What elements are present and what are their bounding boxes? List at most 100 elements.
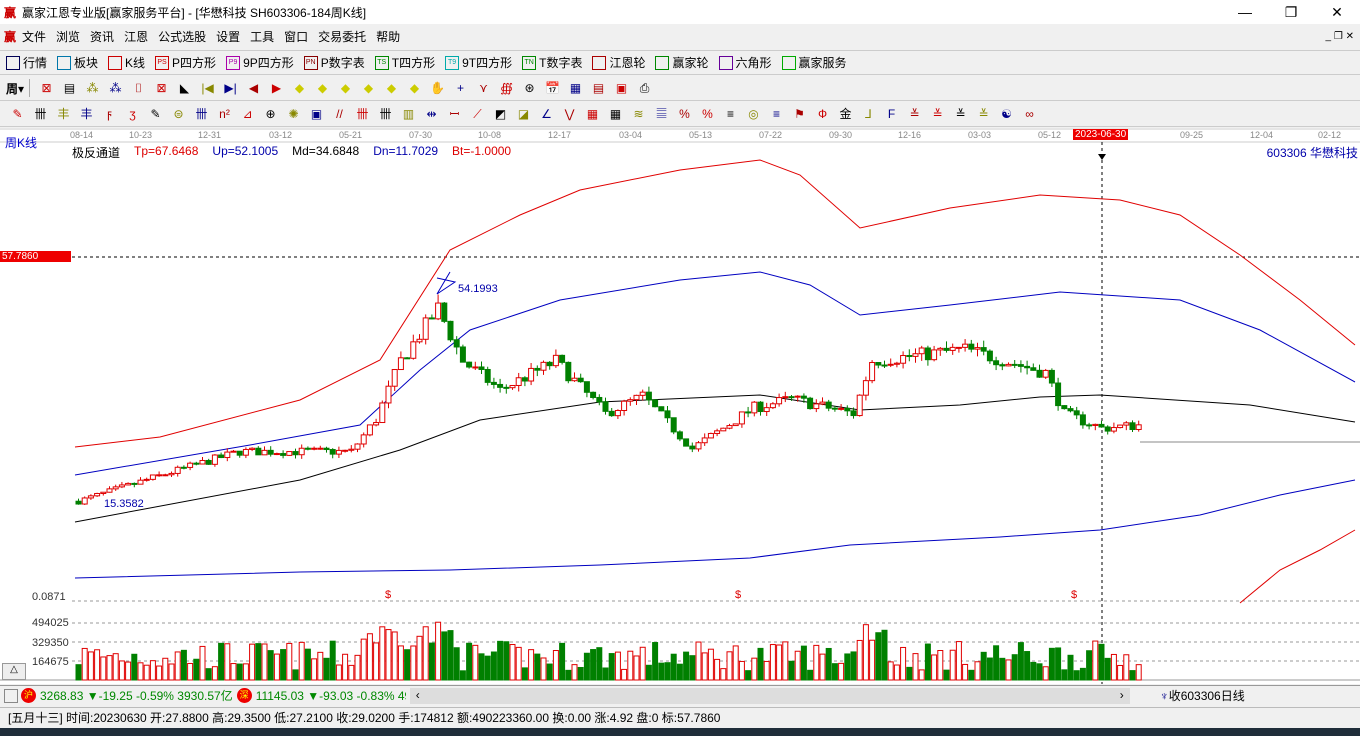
tool-icon[interactable]: ≡ <box>722 106 740 122</box>
tool-icon[interactable]: ≋ <box>630 106 648 122</box>
grid-icon[interactable] <box>4 688 18 703</box>
menu-item[interactable]: 资讯 <box>90 30 114 44</box>
tool-icon[interactable]: ▣ <box>613 80 631 96</box>
toolbar-K线[interactable]: K线 <box>108 54 145 71</box>
tool-icon[interactable]: 丰 <box>55 106 73 122</box>
toolbar-9P四方形[interactable]: P9 9P四方形 <box>226 54 294 71</box>
toolbar-板块[interactable]: 板块 <box>57 54 98 71</box>
tool-icon[interactable]: ◣ <box>176 80 194 96</box>
tool-icon[interactable]: ϝ <box>101 106 119 122</box>
tool-icon[interactable]: F <box>883 106 901 122</box>
restore-button[interactable]: ❐ <box>1268 4 1314 21</box>
tool-icon[interactable]: ∠ <box>538 106 556 122</box>
tool-icon[interactable]: ⌷ <box>130 80 148 96</box>
tool-icon[interactable]: ◪ <box>515 106 533 122</box>
tool-icon[interactable]: ◆ <box>383 80 401 96</box>
tool-icon[interactable]: ∞ <box>1021 106 1039 122</box>
tool-icon[interactable]: ✎ <box>9 106 27 122</box>
menu-item[interactable]: 浏览 <box>56 30 80 44</box>
tool-icon[interactable]: ▶| <box>222 80 240 96</box>
tool-icon[interactable]: % <box>676 106 694 122</box>
menu-item[interactable]: 交易委托 <box>318 30 366 44</box>
tool-icon[interactable]: ⟋ <box>469 106 487 122</box>
tool-icon[interactable]: 📅 <box>544 80 562 96</box>
tool-icon[interactable]: ▶ <box>268 80 286 96</box>
tool-icon[interactable]: ✺ <box>285 106 303 122</box>
tool-icon[interactable]: ≚ <box>975 106 993 122</box>
toolbar-赢家服务[interactable]: 赢家服务 <box>781 54 847 71</box>
toolbar-9T四方形[interactable]: T9 9T四方形 <box>445 54 512 71</box>
menu-item[interactable]: 文件 <box>22 30 46 44</box>
tool-icon[interactable]: ⊛ <box>521 80 539 96</box>
tool-icon[interactable]: ◆ <box>360 80 378 96</box>
tool-icon[interactable]: ✎ <box>147 106 165 122</box>
tool-icon[interactable]: ▦ <box>567 80 585 96</box>
tool-icon[interactable]: // <box>331 106 349 122</box>
tool-icon[interactable]: ⁂ <box>107 80 125 96</box>
tool-icon[interactable]: ⚑ <box>791 106 809 122</box>
horizontal-scrollbar[interactable]: ‹ › <box>409 687 1130 704</box>
tool-icon[interactable]: 𝄚 <box>653 106 671 122</box>
tool-icon[interactable]: |◀ <box>199 80 217 96</box>
tool-icon[interactable]: ∰ <box>498 80 516 96</box>
tool-icon[interactable]: ◀ <box>245 80 263 96</box>
tool-icon[interactable]: ✋ <box>429 80 447 96</box>
toolbar-P四方形[interactable]: PS P四方形 <box>155 54 216 71</box>
tool-icon[interactable]: ◆ <box>406 80 424 96</box>
tool-icon[interactable]: ≚ <box>929 106 947 122</box>
tool-icon[interactable]: 丰 <box>78 106 96 122</box>
tool-icon[interactable]: ▣ <box>308 106 326 122</box>
tool-icon[interactable]: ⎙ <box>636 80 654 96</box>
kline-chart[interactable]: 周K线 极反通道 Tp=67.6468 Up=52.1005 Md=34.684… <box>0 128 1360 684</box>
tool-icon[interactable]: ▤ <box>590 80 608 96</box>
tool-icon[interactable]: ⊠ <box>153 80 171 96</box>
tool-icon[interactable]: ꟷ <box>446 106 464 122</box>
tool-icon[interactable]: ▤ <box>61 80 79 96</box>
toolbar-行情[interactable]: 行情 <box>6 54 47 71</box>
menu-item[interactable]: 工具 <box>250 30 274 44</box>
tool-icon[interactable]: ◆ <box>314 80 332 96</box>
tool-icon[interactable]: ⇹ <box>423 106 441 122</box>
tool-icon[interactable]: ⅃ <box>860 106 878 122</box>
tool-icon[interactable]: ʒ <box>124 106 142 122</box>
tool-icon[interactable]: ≡ <box>768 106 786 122</box>
tool-icon[interactable]: ⊕ <box>262 106 280 122</box>
tool-icon[interactable]: ⊜ <box>170 106 188 122</box>
tool-icon[interactable]: ⊠ <box>38 80 56 96</box>
tool-icon[interactable]: 卌 <box>32 106 50 122</box>
menu-item[interactable]: 设置 <box>216 30 240 44</box>
tool-icon[interactable]: ▦ <box>584 106 602 122</box>
toolbar-P数字表[interactable]: PN P数字表 <box>303 54 365 71</box>
tool-icon[interactable]: ◩ <box>492 106 510 122</box>
tool-icon[interactable]: 金 <box>837 106 855 122</box>
tool-icon[interactable]: 卌 <box>377 106 395 122</box>
tool-icon[interactable]: ▥ <box>400 106 418 122</box>
toolbar-赢家轮[interactable]: 赢家轮 <box>655 54 709 71</box>
toolbar-T四方形[interactable]: TS T四方形 <box>374 54 435 71</box>
tool-icon[interactable]: ◎ <box>745 106 763 122</box>
tool-icon[interactable]: ≚ <box>952 106 970 122</box>
tool-icon[interactable]: 卌 <box>354 106 372 122</box>
period-select[interactable]: 周▾ <box>6 80 24 97</box>
tool-icon[interactable]: ⁂ <box>84 80 102 96</box>
toolbar-六角形[interactable]: 六角形 <box>718 54 772 71</box>
tool-icon[interactable]: 卌 <box>193 106 211 122</box>
tool-icon[interactable]: ☯ <box>998 106 1016 122</box>
menu-item[interactable]: 江恩 <box>124 30 148 44</box>
toolbar-T数字表[interactable]: TN T数字表 <box>522 54 582 71</box>
tool-icon[interactable]: ▦ <box>607 106 625 122</box>
menu-item[interactable]: 窗口 <box>284 30 308 44</box>
tool-icon[interactable]: ⊿ <box>239 106 257 122</box>
tool-icon[interactable]: ⋎ <box>475 80 493 96</box>
close-button[interactable]: ✕ <box>1314 4 1360 21</box>
expand-panel-button[interactable]: △ <box>2 663 26 680</box>
tool-icon[interactable]: % <box>699 106 717 122</box>
minimize-button[interactable]: — <box>1222 4 1268 21</box>
toolbar-江恩轮[interactable]: 江恩轮 <box>592 54 645 71</box>
tool-icon[interactable]: ◆ <box>337 80 355 96</box>
menu-item[interactable]: 帮助 <box>376 30 400 44</box>
tool-icon[interactable]: ◆ <box>291 80 309 96</box>
mdi-controls[interactable]: _ ❐ ✕ <box>1326 31 1354 42</box>
tool-icon[interactable]: + <box>452 80 470 96</box>
menu-item[interactable]: 公式选股 <box>158 30 206 44</box>
